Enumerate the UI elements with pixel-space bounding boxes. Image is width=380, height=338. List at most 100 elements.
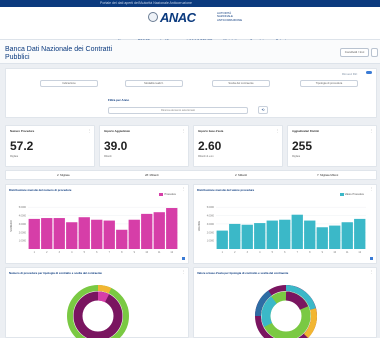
y-axis-label: NUMERO [9, 220, 13, 232]
bar[interactable] [329, 225, 341, 249]
x-tick-label: 8 [309, 251, 311, 254]
y-tick-label: 2.0000 [207, 231, 215, 234]
bar[interactable] [128, 219, 140, 249]
share-button[interactable]: Condividi / Invi [340, 48, 369, 57]
bar[interactable] [103, 220, 115, 249]
summary-item: 28: Miliardi [145, 173, 159, 177]
top-bar-text: Portale dei dati aperti dell'Autorità Na… [100, 1, 192, 5]
kpi-unit: Migliaia [292, 155, 301, 158]
kpi-value: 255 [292, 139, 313, 153]
filter-chip-scelta[interactable]: Scelta del contraente [212, 80, 270, 87]
menu-button[interactable] [371, 48, 378, 57]
bar[interactable] [28, 218, 40, 249]
bar-chart-valore: 1.00002.00003.00004.00005.0000VALORE1 2 3 4… [197, 206, 366, 254]
more-icon[interactable]: ⋮ [182, 129, 186, 133]
page-title: Banca Dati Nazionale dei Contratti Pubbl… [5, 46, 113, 61]
expand-button[interactable] [182, 257, 185, 260]
bar[interactable] [153, 212, 165, 249]
kpi-card-aggiudicato: Importo Aggiudicato 39.0 Miliardi ⋮ [99, 125, 189, 167]
y-tick-label: 5.0000 [207, 206, 215, 209]
x-tick-label: 1 [222, 251, 224, 254]
bar[interactable] [91, 219, 103, 249]
x-tick-label: 2 [46, 251, 48, 254]
bar[interactable] [229, 223, 241, 249]
x-tick-label: 2 [234, 251, 236, 254]
chart-title: Numero di procedure per tipologia di con… [9, 271, 102, 275]
donut-card-valore: Valore a base d'asta per tipologia di co… [193, 267, 377, 338]
bar[interactable] [254, 223, 266, 249]
bar[interactable] [279, 219, 291, 249]
kpi-label: Importo base d'asta [198, 130, 224, 133]
y-tick-label: 1.0000 [19, 240, 27, 243]
x-tick-label: 1 [34, 251, 36, 254]
filter-chip-indicazione[interactable]: Indicazione [40, 80, 98, 87]
x-tick-label: 9 [322, 251, 324, 254]
bar[interactable] [66, 222, 78, 249]
remove-filters-link[interactable]: Rimuovi filtri [342, 72, 357, 76]
x-tick-label: 8 [121, 251, 123, 254]
kpi-card-base-asta: Importo base d'asta 2.60 Miliardi di eur… [193, 125, 283, 167]
chart-title: Distribuzione mensile del numero di proc… [9, 188, 72, 192]
more-icon[interactable]: ⋮ [370, 270, 374, 274]
top-bar: Portale dei dati aperti dell'Autorità Na… [0, 0, 380, 7]
more-icon[interactable]: ⋮ [370, 129, 374, 133]
x-tick-label: 6 [284, 251, 286, 254]
donut-segment [97, 291, 110, 303]
bar[interactable] [304, 220, 316, 249]
expand-button[interactable] [370, 257, 373, 260]
bar[interactable] [341, 222, 353, 249]
y-tick-label: 1.0000 [207, 240, 215, 243]
x-tick-label: 12 [358, 251, 361, 254]
x-tick-label: 10 [145, 251, 148, 254]
x-tick-label: 4 [71, 251, 73, 254]
bar-chart-procedure: 1.00002.00003.00004.00005.0000NUMERO1 2 3 4… [9, 206, 178, 254]
donut-inner-ring [73, 291, 123, 338]
filter-chip-tipologia[interactable]: Tipologia di procedura [300, 80, 358, 87]
donut-segment [261, 296, 277, 328]
x-tick-label: 5 [84, 251, 86, 254]
x-tick-label: 7 [297, 251, 299, 254]
bar[interactable] [116, 229, 128, 249]
refresh-icon: ⟲ [261, 108, 265, 112]
x-tick-label: 5 [272, 251, 274, 254]
summary-item: 2: Migliaia [57, 173, 70, 177]
logo-text: ANAC [160, 10, 196, 25]
emblem-icon [148, 12, 158, 22]
search-input[interactable]: Ricerca elemento selezionato [108, 107, 248, 114]
refresh-button[interactable]: ⟲ [258, 106, 268, 114]
donut-chart-numero [67, 285, 129, 338]
kpi-value: 2.60 [198, 139, 222, 153]
chart-title: Valore a base d'asta per tipologia di co… [197, 271, 289, 275]
kpi-card-aggiudicatari: Aggiudicatari Distinti 255 Migliaia ⋮ [287, 125, 377, 167]
filter-chip-modalita[interactable]: Modalità realizz. [125, 80, 183, 87]
bar[interactable] [241, 224, 253, 249]
donut-segment [285, 291, 309, 311]
bar[interactable] [53, 218, 65, 249]
y-tick-label: 5.0000 [19, 206, 27, 209]
bar[interactable] [291, 214, 303, 249]
kpi-unit: Miliardi [104, 155, 112, 158]
x-tick-label: 11 [346, 251, 349, 254]
filters-toggle[interactable] [366, 71, 372, 74]
more-icon[interactable]: ⋮ [88, 129, 92, 133]
bar[interactable] [141, 213, 153, 249]
x-tick-label: 6 [96, 251, 98, 254]
bar[interactable] [41, 218, 53, 249]
bar[interactable] [78, 217, 90, 249]
kpi-label: Numero Procedure [10, 130, 35, 133]
kpi-value: 39.0 [104, 139, 128, 153]
more-icon[interactable]: ⋮ [370, 187, 374, 191]
more-icon[interactable]: ⋮ [276, 129, 280, 133]
filter-by-year-label: Filtra per Anno [108, 98, 130, 102]
more-icon[interactable]: ⋮ [182, 187, 186, 191]
more-icon[interactable]: ⋮ [182, 270, 186, 274]
bar[interactable] [216, 230, 228, 249]
bar[interactable] [316, 227, 328, 249]
bar[interactable] [166, 208, 178, 249]
kpi-unit: Migliaia [10, 155, 19, 158]
bar[interactable] [266, 220, 278, 249]
x-tick-label: 4 [259, 251, 261, 254]
bar[interactable] [354, 218, 366, 249]
kpi-card-procedure: Numero Procedure 57.2 Migliaia ⋮ [5, 125, 95, 167]
x-tick-label: 11 [158, 251, 161, 254]
